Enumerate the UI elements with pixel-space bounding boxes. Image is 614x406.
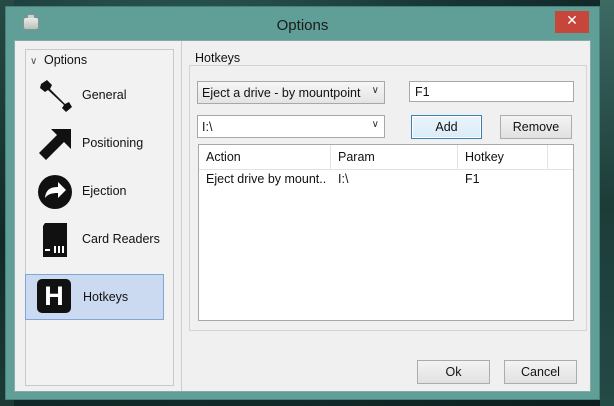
hotkey-input-value: F1	[415, 85, 430, 99]
hotkey-h-letter: H	[37, 279, 71, 313]
sidebar-item-ejection[interactable]: Ejection	[25, 169, 164, 215]
arrow-up-right-icon	[37, 126, 73, 162]
hotkeys-group-label: Hotkeys	[195, 51, 241, 65]
mountpoint-select[interactable]: I:\ ∨	[197, 115, 385, 138]
close-button[interactable]: ✕	[555, 11, 589, 33]
cell-param: I:\	[338, 172, 349, 186]
table-header: Action Param Hotkey	[199, 145, 573, 170]
tree-root-label: Options	[44, 53, 88, 67]
eject-arrow-icon	[37, 174, 73, 210]
window-title: Options	[276, 17, 329, 34]
chevron-down-icon[interactable]: ∨	[372, 85, 379, 96]
hotkeys-table[interactable]: Action Param Hotkey Eject drive by mount…	[198, 144, 574, 321]
cell-action: Eject drive by mount...	[206, 172, 326, 186]
table-row[interactable]: Eject drive by mount... I:\ F1	[199, 170, 573, 190]
tree-root[interactable]: ∨ Options	[30, 53, 87, 67]
options-sidebar: ∨ Options General Positioning Ejection C…	[25, 49, 174, 386]
sidebar-item-general[interactable]: General	[25, 73, 164, 119]
sidebar-item-card-readers[interactable]: Card Readers	[25, 217, 164, 263]
column-header-param[interactable]: Param	[331, 145, 458, 169]
vertical-divider	[181, 41, 182, 391]
title-bar[interactable]: Options ✕	[6, 7, 599, 39]
hotkey-input[interactable]: F1	[409, 81, 574, 102]
hotkey-h-icon: H	[37, 279, 73, 315]
sidebar-item-label: Positioning	[82, 136, 144, 150]
wrench-icon	[37, 78, 73, 114]
options-window: Options ✕ ∨ Options General Positioning …	[5, 6, 600, 400]
sidebar-item-hotkeys[interactable]: H Hotkeys	[25, 274, 164, 320]
action-select[interactable]: Eject a drive - by mountpoint ∨	[197, 81, 385, 104]
sd-card-icon	[37, 222, 73, 258]
add-button[interactable]: Add	[411, 115, 482, 139]
sidebar-item-label: Card Readers	[82, 232, 160, 246]
cancel-button[interactable]: Cancel	[504, 360, 577, 384]
mountpoint-select-value: I:\	[202, 120, 213, 134]
cell-hotkey: F1	[465, 172, 480, 186]
sidebar-item-label: Hotkeys	[83, 290, 129, 304]
remove-button[interactable]: Remove	[500, 115, 572, 139]
desktop-background-right	[600, 0, 614, 406]
chevron-down-icon[interactable]: ∨	[30, 56, 44, 67]
column-header-hotkey[interactable]: Hotkey	[458, 145, 548, 169]
sidebar-item-positioning[interactable]: Positioning	[25, 121, 164, 167]
action-select-value: Eject a drive - by mountpoint	[202, 86, 361, 100]
ok-button[interactable]: Ok	[417, 360, 490, 384]
sidebar-item-label: General	[82, 88, 127, 102]
column-header-action[interactable]: Action	[199, 145, 331, 169]
chevron-down-icon[interactable]: ∨	[372, 119, 379, 130]
dialog-client-area: ∨ Options General Positioning Ejection C…	[14, 40, 591, 392]
sidebar-item-label: Ejection	[82, 184, 127, 198]
